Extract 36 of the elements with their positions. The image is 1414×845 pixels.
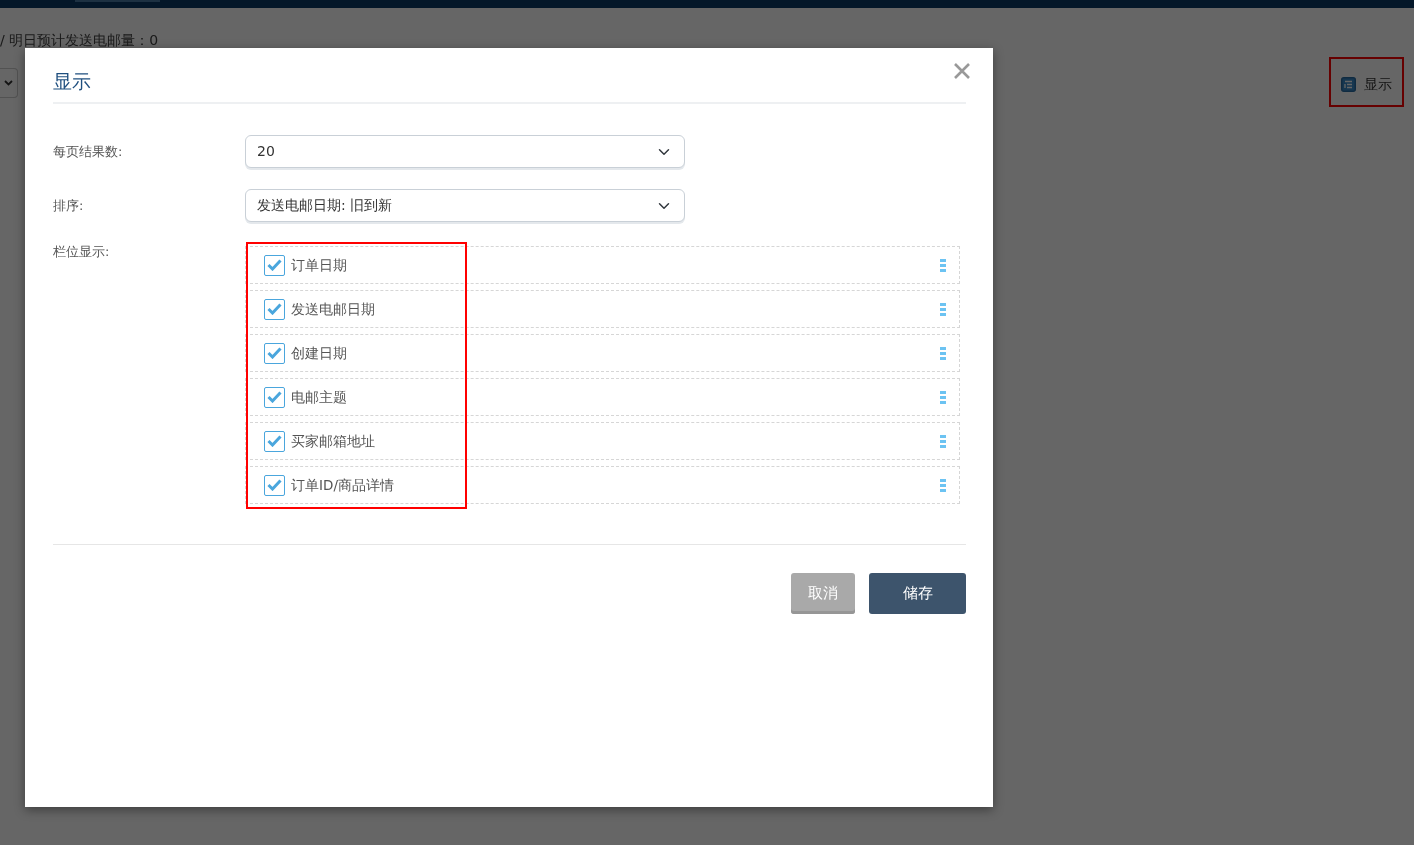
drag-handle-icon[interactable] <box>940 346 946 360</box>
select-field[interactable]: 发送电邮日期: 旧到新 <box>245 189 685 222</box>
checkbox[interactable] <box>264 254 285 276</box>
save-button[interactable]: 储存 <box>869 573 966 614</box>
drag-handle-icon[interactable] <box>940 478 946 492</box>
column-label: 电邮主题 <box>291 387 347 407</box>
field-label: 栏位显示: <box>53 243 111 261</box>
select-field[interactable]: 20 <box>245 135 685 168</box>
caret-icon <box>4 80 13 86</box>
column-label: 买家邮箱地址 <box>291 431 375 451</box>
column-item[interactable]: 创建日期 <box>245 334 960 372</box>
drag-handle-icon[interactable] <box>940 434 946 448</box>
checkbox[interactable] <box>264 386 285 408</box>
checkbox[interactable] <box>264 474 285 496</box>
field-label: 每页结果数: <box>53 142 124 161</box>
dialog-title: 显示 <box>53 70 91 93</box>
drag-handle-icon[interactable] <box>940 302 946 316</box>
column-item[interactable]: 订单日期 <box>245 246 960 284</box>
column-item[interactable]: 买家邮箱地址 <box>245 422 960 460</box>
checkbox[interactable] <box>264 342 285 364</box>
column-label: 创建日期 <box>291 343 347 363</box>
column-item[interactable]: 发送电邮日期 <box>245 290 960 328</box>
column-item[interactable]: 电邮主题 <box>245 378 960 416</box>
field-label: 排序: <box>53 196 85 215</box>
checkbox[interactable] <box>264 430 285 452</box>
checkbox[interactable] <box>264 298 285 320</box>
column-label: 订单日期 <box>291 255 347 275</box>
summary-text: / 明日预计发送电邮量：0 <box>0 32 159 48</box>
dropdown-button[interactable] <box>0 68 18 98</box>
list-icon <box>1341 77 1356 92</box>
column-item[interactable]: 订单ID/商品详情 <box>245 466 960 504</box>
column-label: 发送电邮日期 <box>291 299 375 319</box>
column-label: 订单ID/商品详情 <box>291 475 394 495</box>
drag-handle-icon[interactable] <box>940 258 946 272</box>
drag-handle-icon[interactable] <box>940 390 946 404</box>
close-button[interactable] <box>953 60 971 80</box>
